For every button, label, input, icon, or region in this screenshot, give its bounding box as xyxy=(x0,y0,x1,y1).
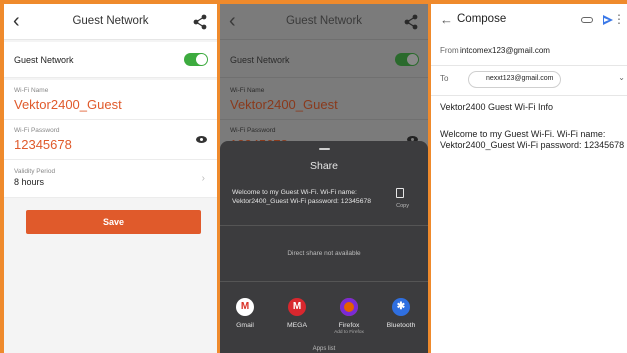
mega-icon: M xyxy=(288,298,306,316)
back-arrow-icon[interactable]: ← xyxy=(440,12,453,27)
share-icon[interactable] xyxy=(192,14,208,30)
share-sheet-title: Share xyxy=(309,160,339,172)
send-icon[interactable] xyxy=(603,15,613,25)
divider xyxy=(220,225,428,226)
wifi-password-row[interactable]: Wi-Fi Password 12345678 xyxy=(4,120,217,160)
wifi-name-value[interactable]: Vektor2400_Guest xyxy=(14,97,122,112)
save-button[interactable]: Save xyxy=(26,210,201,234)
guest-network-toggle xyxy=(395,53,419,66)
validity-period-label: Validity Period xyxy=(14,168,56,175)
share-target-bluetooth[interactable]: ✱ Bluetooth xyxy=(379,298,423,329)
page-title: Guest Network xyxy=(285,15,363,27)
wifi-password-value[interactable]: 12345678 xyxy=(14,137,72,152)
wifi-name-label: Wi-Fi Name xyxy=(230,87,265,94)
share-target-sublabel: Add to Firefox xyxy=(334,330,364,335)
share-preview-text: Welcome to my Guest Wi-Fi. Wi-Fi name: V… xyxy=(232,189,372,205)
subject-field[interactable]: Vektor2400 Guest Wi-Fi Info xyxy=(440,102,553,112)
wifi-name-value: Vektor2400_Guest xyxy=(230,97,338,112)
wifi-name-label: Wi-Fi Name xyxy=(14,87,49,94)
app-bar: ‹ Guest Network xyxy=(4,4,217,40)
attachment-icon[interactable] xyxy=(581,17,593,23)
wifi-name-row: Wi-Fi Name Vektor2400_Guest xyxy=(220,80,428,120)
bluetooth-icon: ✱ xyxy=(392,298,410,316)
app-bar-dimmed: ‹ Guest Network xyxy=(220,4,428,40)
recipient-email: nexxt123@gmail.com xyxy=(486,75,554,82)
guest-network-label: Guest Network xyxy=(14,55,74,65)
avatar xyxy=(470,73,483,86)
to-row: To nexxt123@gmail.com ⌄ xyxy=(431,66,627,96)
guest-network-row: Guest Network xyxy=(220,42,428,78)
more-options-icon[interactable]: ⋮ xyxy=(613,13,625,25)
wifi-password-label: Wi-Fi Password xyxy=(14,127,60,134)
firefox-icon xyxy=(340,298,358,316)
share-target-gmail[interactable]: M Gmail xyxy=(223,298,267,329)
copy-icon[interactable] xyxy=(396,188,404,198)
guest-network-toggle[interactable] xyxy=(184,53,208,66)
share-target-mega[interactable]: M MEGA xyxy=(275,298,319,329)
validity-period-value: 8 hours xyxy=(14,177,45,187)
share-target-label: Gmail xyxy=(236,322,254,329)
divider xyxy=(220,281,428,282)
validity-period-row[interactable]: Validity Period 8 hours › xyxy=(4,160,217,198)
wifi-password-label: Wi-Fi Password xyxy=(230,127,276,134)
compose-app-bar: ← Compose ⋮ xyxy=(431,4,627,38)
share-target-label: MEGA xyxy=(286,322,307,329)
eye-icon[interactable] xyxy=(196,136,207,143)
guest-network-row: Guest Network xyxy=(4,42,217,78)
compose-screen: ← Compose ⋮ From intcomex123@gmail.com T… xyxy=(431,4,627,353)
guest-network-label: Guest Network xyxy=(230,55,290,65)
guest-network-screen: ‹ Guest Network Guest Network Wi-Fi Name… xyxy=(4,4,217,353)
share-screen: ‹ Guest Network Guest Network Wi-Fi Name… xyxy=(220,4,428,353)
wifi-name-row[interactable]: Wi-Fi Name Vektor2400_Guest xyxy=(4,80,217,120)
share-target-label: Bluetooth xyxy=(386,322,416,329)
to-label: To xyxy=(440,74,449,83)
share-target-firefox[interactable]: Firefox Add to Firefox xyxy=(327,298,371,335)
page-title: Guest Network xyxy=(72,15,149,27)
recipient-chip[interactable]: nexxt123@gmail.com xyxy=(468,71,561,88)
from-label: From xyxy=(440,46,459,55)
drag-handle[interactable] xyxy=(319,148,330,150)
gmail-icon: M xyxy=(236,298,254,316)
chevron-right-icon: › xyxy=(201,173,205,184)
share-target-label: Firefox xyxy=(338,322,360,329)
direct-share-message: Direct share not available xyxy=(287,250,361,257)
copy-button-label[interactable]: Copy xyxy=(396,203,409,209)
share-sheet: Share Welcome to my Guest Wi-Fi. Wi-Fi n… xyxy=(220,141,428,353)
chevron-down-icon[interactable]: ⌄ xyxy=(618,73,625,82)
share-icon xyxy=(404,14,418,30)
apps-list-link[interactable]: Apps list xyxy=(220,346,428,352)
compose-title: Compose xyxy=(457,13,507,25)
from-value[interactable]: intcomex123@gmail.com xyxy=(460,46,550,55)
from-row: From intcomex123@gmail.com xyxy=(431,38,627,66)
compose-body[interactable]: Welcome to my Guest Wi-Fi. Wi-Fi name: V… xyxy=(440,129,627,151)
